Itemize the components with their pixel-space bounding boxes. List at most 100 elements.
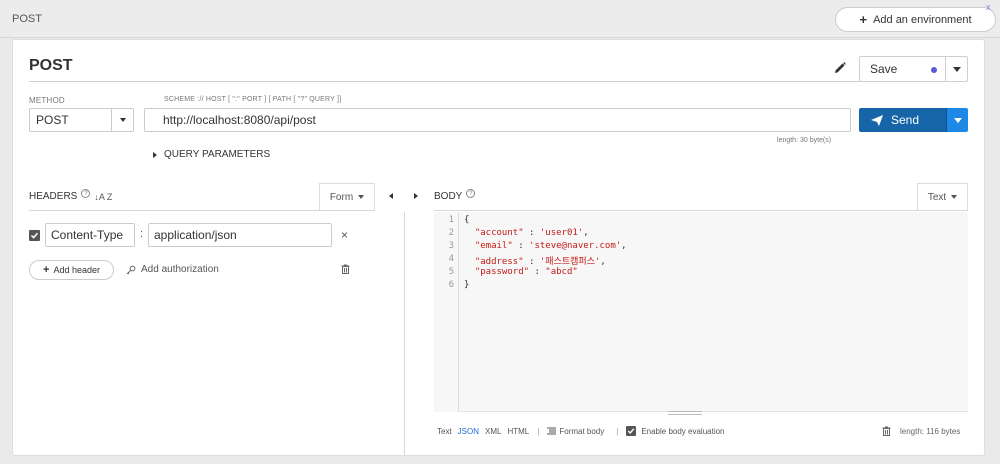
trash-icon[interactable]	[341, 264, 350, 274]
brace-open: {	[464, 215, 470, 225]
body-mode-button[interactable]: Text	[917, 183, 968, 210]
body-mode-label: Text	[927, 191, 947, 203]
header-value-input[interactable]	[148, 223, 332, 247]
panel-divider[interactable]	[404, 212, 405, 457]
headers-mode-label: Form	[329, 191, 354, 203]
format-lines-icon	[547, 427, 557, 435]
footer-separator: |	[537, 426, 540, 436]
request-title: POST	[29, 57, 73, 74]
send-dropdown-button[interactable]	[946, 108, 968, 132]
headers-heading: HEADERS ? ↓A Z	[29, 189, 112, 202]
method-dropdown-button[interactable]	[111, 109, 133, 131]
format-text-option[interactable]: Text	[437, 427, 452, 436]
add-header-button[interactable]: + Add header	[29, 260, 114, 280]
collapse-left-button[interactable]	[389, 193, 393, 199]
arrow-right-icon	[414, 193, 418, 199]
query-parameters-toggle[interactable]: QUERY PARAMETERS	[153, 149, 270, 160]
json-value: 'user01'	[539, 228, 584, 238]
code-line: {	[464, 215, 469, 225]
top-bar: POST + Add an environment x	[0, 0, 1000, 38]
sort-icon[interactable]: ↓A Z	[94, 192, 112, 202]
url-length: length: 30 byte(s)	[777, 137, 832, 144]
chevron-down-icon	[953, 117, 962, 123]
tab-title: POST	[12, 13, 42, 25]
trash-icon[interactable]	[882, 426, 891, 436]
method-label: METHOD	[29, 96, 65, 105]
code-line: "account" : 'user01',	[474, 228, 589, 238]
help-icon[interactable]: ?	[81, 189, 91, 198]
chevron-down-icon	[358, 195, 365, 199]
pencil-icon[interactable]	[833, 61, 847, 75]
code-area[interactable]: { "account" : 'user01', "email" : 'steve…	[464, 212, 964, 412]
unsaved-dot-icon	[931, 67, 937, 73]
body-length: length: 116 bytes	[900, 427, 961, 436]
send-label: Send	[891, 113, 920, 127]
headers-divider	[29, 210, 375, 211]
body-label: BODY	[434, 191, 463, 202]
add-environment-label: Add an environment	[873, 13, 972, 26]
enable-evaluation-checkbox[interactable]	[626, 426, 637, 436]
header-separator: :	[140, 228, 144, 240]
body-editor[interactable]: 1 2 3 4 5 6 { "account" : 'user01', "ema…	[434, 212, 968, 415]
method-value: POST	[36, 113, 69, 127]
request-card: POST Save METHOD SCHEME :// HOST [ ":" P…	[12, 39, 985, 457]
collapse-right-button[interactable]	[414, 193, 418, 199]
enable-evaluation-label: Enable body evaluation	[641, 426, 725, 436]
line-number: 4	[448, 254, 454, 264]
json-key: "email"	[474, 241, 513, 251]
save-control: Save	[859, 56, 968, 82]
json-value: "abcd"	[545, 267, 578, 277]
chevron-down-icon	[951, 195, 958, 199]
key-icon	[126, 265, 136, 274]
expand-arrow-icon	[153, 151, 157, 158]
brace-close: }	[464, 280, 470, 290]
json-key: "address"	[474, 257, 524, 267]
code-line: "address" : '패스트캠퍼스',	[474, 257, 606, 267]
send-control: Send	[859, 108, 968, 132]
add-authorization-label: Add authorization	[141, 264, 219, 275]
method-select[interactable]: POST	[29, 108, 134, 132]
code-line: "password" : "abcd"	[474, 267, 578, 277]
line-number: 6	[448, 280, 454, 290]
arrow-left-icon	[389, 193, 393, 199]
headers-label: HEADERS	[29, 191, 78, 202]
add-header-label: Add header	[53, 265, 100, 275]
check-icon	[30, 232, 39, 239]
line-number: 2	[448, 228, 454, 238]
body-footer: Text JSON XML HTML | Format body | Enabl…	[437, 426, 725, 436]
plus-icon: +	[43, 264, 50, 276]
plus-icon: +	[859, 12, 868, 27]
format-html-option[interactable]: HTML	[507, 427, 529, 436]
json-key: "password"	[474, 267, 530, 277]
close-corner-icon[interactable]: x	[986, 2, 991, 12]
code-line: }	[464, 280, 469, 290]
help-icon[interactable]: ?	[466, 189, 476, 198]
editor-resize-handle[interactable]	[668, 411, 702, 415]
line-gutter: 1 2 3 4 5 6	[434, 212, 459, 412]
code-line: "email" : 'steve@naver.com',	[474, 241, 627, 251]
json-value: '패스트캠퍼스'	[539, 257, 601, 267]
format-xml-option[interactable]: XML	[485, 427, 501, 436]
json-value: 'steve@naver.com'	[529, 241, 622, 251]
add-authorization-button[interactable]: Add authorization	[126, 264, 219, 275]
url-input[interactable]	[144, 108, 851, 132]
body-divider	[434, 210, 968, 211]
json-key: "account"	[474, 228, 524, 238]
save-dropdown-button[interactable]	[945, 57, 967, 81]
format-body-label: Format body	[559, 426, 605, 436]
send-button[interactable]: Send	[859, 108, 946, 132]
body-heading: BODY ?	[434, 189, 476, 202]
header-name-input[interactable]	[45, 223, 135, 247]
remove-header-icon[interactable]: ×	[341, 228, 348, 242]
title-underline	[29, 81, 861, 82]
save-button[interactable]: Save	[860, 57, 945, 81]
line-number: 3	[448, 241, 454, 251]
send-icon	[871, 114, 883, 126]
header-enabled-checkbox[interactable]	[29, 230, 40, 241]
format-body-button[interactable]: Format body	[547, 427, 604, 436]
add-environment-button[interactable]: + Add an environment	[835, 7, 996, 32]
headers-mode-button[interactable]: Form	[319, 183, 375, 210]
chevron-down-icon	[952, 66, 961, 72]
line-number: 5	[448, 267, 454, 277]
format-json-option[interactable]: JSON	[458, 427, 479, 436]
